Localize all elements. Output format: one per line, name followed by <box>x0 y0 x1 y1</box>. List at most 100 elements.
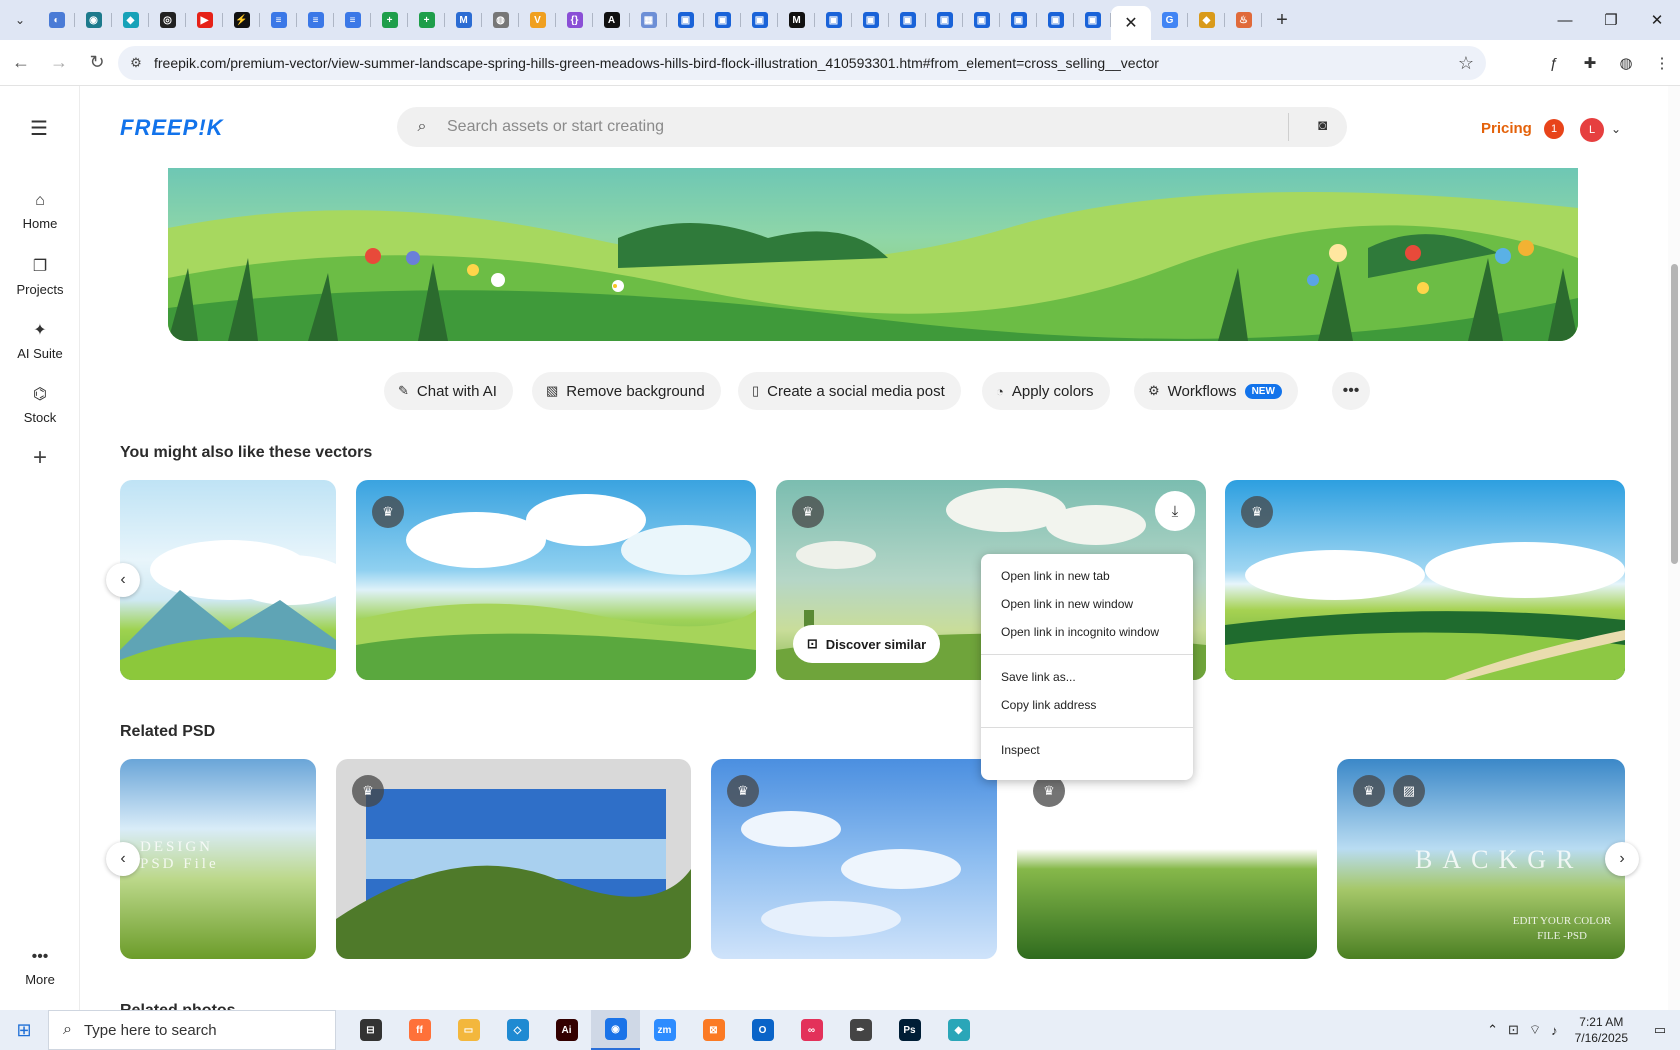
tab-29[interactable]: ▣ <box>1074 4 1111 36</box>
taskbar-app-diamond-icon[interactable]: ◆ <box>934 1010 983 1050</box>
freepik-logo[interactable]: FREEP!K <box>120 115 224 141</box>
menu-open-new-tab[interactable]: Open link in new tab <box>981 562 1193 590</box>
tab-11[interactable]: + <box>408 4 445 36</box>
rail-item-ai-suite[interactable]: ✦ AI Suite <box>0 320 80 361</box>
workflows-button[interactable]: ⚙ Workflows NEW <box>1134 372 1298 410</box>
taskbar-search-input[interactable]: Type here to search <box>84 1022 217 1039</box>
tab-7[interactable]: ≡ <box>260 4 297 36</box>
taskbar-creative-cloud-icon[interactable]: ∞ <box>787 1010 836 1050</box>
menu-open-incognito[interactable]: Open link in incognito window <box>981 618 1193 646</box>
tab-10[interactable]: + <box>371 4 408 36</box>
tab-18[interactable]: ▣ <box>667 4 704 36</box>
create-social-post-button[interactable]: ▯ Create a social media post <box>738 372 961 410</box>
menu-copy-link[interactable]: Copy link address <box>981 691 1193 719</box>
notification-badge[interactable]: 1 <box>1544 119 1564 139</box>
tab-3[interactable]: ◆ <box>112 4 149 36</box>
menu-inspect[interactable]: Inspect <box>981 736 1193 764</box>
tab-4[interactable]: ◎ <box>149 4 186 36</box>
taskbar-search[interactable]: ⌕ Type here to search <box>48 1010 336 1050</box>
tab-27[interactable]: ▣ <box>1000 4 1037 36</box>
user-avatar[interactable]: L <box>1580 118 1604 142</box>
menu-save-link[interactable]: Save link as... <box>981 663 1193 691</box>
tab-16[interactable]: A <box>593 4 630 36</box>
rail-item-more[interactable]: ••• More <box>0 948 80 987</box>
tab-20[interactable]: ▣ <box>741 4 778 36</box>
chat-with-ai-button[interactable]: ✎ Chat with AI <box>384 372 513 410</box>
psd-card-2[interactable]: ♛ <box>336 759 691 959</box>
tab-13[interactable]: ◍ <box>482 4 519 36</box>
tab-14[interactable]: V <box>519 4 556 36</box>
wifi-icon[interactable]: ⌔ <box>1524 1022 1546 1038</box>
tab-6[interactable]: ⚡ <box>223 4 260 36</box>
taskbar-photoshop-icon[interactable]: Ps <box>885 1010 934 1050</box>
remove-background-button[interactable]: ▧ Remove background <box>532 372 721 410</box>
taskbar-zoom-icon[interactable]: zm <box>640 1010 689 1050</box>
more-tools-button[interactable]: ••• <box>1332 372 1370 410</box>
tab-26[interactable]: ▣ <box>963 4 1000 36</box>
tab-9[interactable]: ≡ <box>334 4 371 36</box>
scrollbar-thumb[interactable] <box>1671 264 1678 564</box>
tab-5[interactable]: ▶ <box>186 4 223 36</box>
rail-item-projects[interactable]: ❐ Projects <box>0 256 80 297</box>
address-bar[interactable]: ⚙ freepik.com/premium-vector/view-summer… <box>118 46 1486 80</box>
tab-24[interactable]: ▣ <box>889 4 926 36</box>
chevron-down-icon[interactable]: ⌄ <box>1611 122 1621 136</box>
tab-2[interactable]: ◉ <box>75 4 112 36</box>
tab-31[interactable]: ◆ <box>1188 4 1225 36</box>
profile-avatar-icon[interactable]: ◍ <box>1608 46 1644 80</box>
vector-card-4[interactable]: ♛ <box>1225 480 1625 680</box>
tab-25[interactable]: ▣ <box>926 4 963 36</box>
tab-22[interactable]: ▣ <box>815 4 852 36</box>
vector-card-1[interactable] <box>120 480 336 680</box>
tab-17[interactable]: ▦ <box>630 4 667 36</box>
active-tab[interactable]: ✕ <box>1111 6 1151 40</box>
restore-icon[interactable]: ❐ <box>1588 0 1634 40</box>
new-tab-button[interactable]: + <box>1268 6 1296 34</box>
minimize-icon[interactable]: — <box>1542 0 1588 40</box>
taskbar-file-explorer-icon[interactable]: ▭ <box>444 1010 493 1050</box>
download-icon[interactable]: ⤓ <box>1155 491 1195 531</box>
psd-card-3[interactable]: ♛ <box>711 759 997 959</box>
add-plus-icon[interactable]: + <box>20 438 60 478</box>
hamburger-menu-icon[interactable]: ☰ <box>30 116 48 141</box>
taskbar-firefox-icon[interactable]: ff <box>395 1010 444 1050</box>
tab-32[interactable]: ♨ <box>1225 4 1262 36</box>
search-input[interactable]: Search assets or start creating <box>447 118 664 136</box>
apply-colors-button[interactable]: ◔ Apply colors <box>982 372 1110 410</box>
reload-icon[interactable]: ↻ <box>80 46 114 80</box>
taskbar-xampp-icon[interactable]: ⊠ <box>689 1010 738 1050</box>
discover-similar-button[interactable]: ⊡ Discover similar <box>793 625 940 663</box>
taskbar-chrome-icon[interactable]: ◉ <box>591 1010 640 1050</box>
extension-f-icon[interactable]: ƒ <box>1536 46 1572 80</box>
forward-arrow-icon[interactable]: → <box>42 46 76 80</box>
close-window-icon[interactable]: ✕ <box>1634 0 1680 40</box>
notification-center-icon[interactable]: ▭ <box>1640 1022 1680 1038</box>
page-scrollbar[interactable] <box>1668 86 1680 1010</box>
psd-prev-arrow-icon[interactable]: ‹ <box>106 842 140 876</box>
taskbar-pen-tool-icon[interactable]: ✒ <box>836 1010 885 1050</box>
tab-21[interactable]: M <box>778 4 815 36</box>
tab-12[interactable]: M <box>445 4 482 36</box>
url-text[interactable]: freepik.com/premium-vector/view-summer-l… <box>154 55 1159 71</box>
browser-menu-icon[interactable]: ⋮ <box>1644 46 1680 80</box>
volume-icon[interactable]: ♪ <box>1546 1023 1563 1038</box>
search-bar[interactable]: ⌕ Search assets or start creating ◙ <box>397 107 1347 147</box>
windows-start-icon[interactable]: ⊞ <box>0 1010 48 1050</box>
pricing-link[interactable]: Pricing <box>1481 120 1532 137</box>
tab-8[interactable]: ≡ <box>297 4 334 36</box>
taskbar-outlook-icon[interactable]: O <box>738 1010 787 1050</box>
close-tab-icon[interactable]: ✕ <box>1124 13 1137 33</box>
psd-card-1[interactable]: DESIGN PSD File <box>120 759 316 959</box>
network-icon[interactable]: ⊡ <box>1503 1022 1524 1038</box>
tab-google[interactable]: G <box>1151 4 1188 36</box>
taskbar-illustrator-icon[interactable]: Ai <box>542 1010 591 1050</box>
tray-chevron-up-icon[interactable]: ⌃ <box>1482 1022 1503 1038</box>
rail-item-stock[interactable]: ⌬ Stock <box>0 384 80 425</box>
vectors-prev-arrow-icon[interactable]: ‹ <box>106 563 140 597</box>
taskbar-task-view-icon[interactable]: ⊟ <box>346 1010 395 1050</box>
bookmark-star-icon[interactable]: ☆ <box>1458 53 1474 74</box>
site-info-icon[interactable]: ⚙ <box>118 55 154 71</box>
tab-1[interactable]: ◐ <box>38 4 75 36</box>
rail-item-home[interactable]: ⌂ Home <box>0 192 80 231</box>
tab-search-chevron-icon[interactable]: ⌄ <box>6 6 34 34</box>
